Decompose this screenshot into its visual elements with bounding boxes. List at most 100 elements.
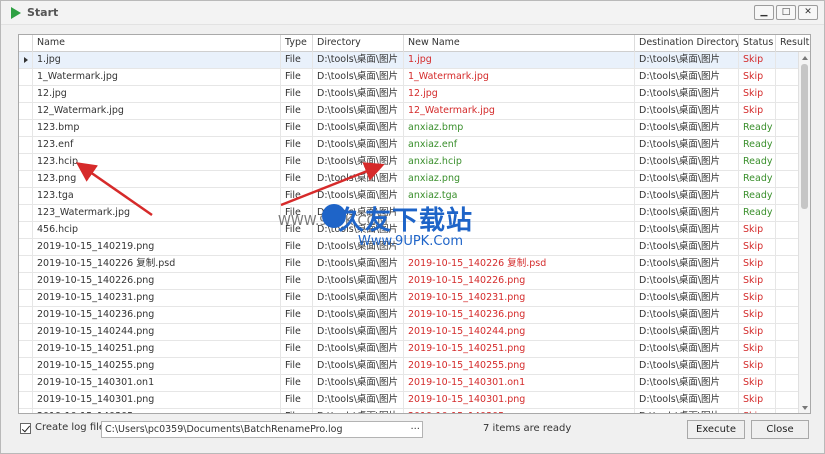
cell-type: File: [281, 69, 313, 85]
cell-destination: D:\tools\桌面\图片: [635, 205, 739, 221]
cell-name: 2019-10-15_140301.on1: [33, 375, 281, 391]
cell-type: File: [281, 103, 313, 119]
row-indicator: [19, 222, 33, 238]
table-row[interactable]: 123.png File D:\tools\桌面\图片 anxiaz.png D:\to…: [19, 171, 799, 188]
cell-result: [776, 239, 799, 255]
cell-status: Skip: [739, 52, 776, 68]
window-controls: ▁ □ ✕: [754, 5, 818, 20]
scroll-thumb[interactable]: [801, 64, 808, 209]
cell-name: 123.hcip: [33, 154, 281, 170]
table-row[interactable]: 2019-10-15_140226 复制.psd File D:\tools\桌面\…: [19, 256, 799, 273]
cell-new-name: 2019-10-15_140231.png: [404, 290, 635, 306]
row-indicator: [19, 358, 33, 374]
table-row[interactable]: 123.bmp File D:\tools\桌面\图片 anxiaz.bmp D:\to…: [19, 120, 799, 137]
cell-name: 2019-10-15_140231.png: [33, 290, 281, 306]
table-row[interactable]: 123.hcip File D:\tools\桌面\图片 anxiaz.hcip D:\…: [19, 154, 799, 171]
cell-directory: D:\tools\桌面\图片: [313, 358, 404, 374]
cell-name: 2019-10-15_140226.png: [33, 273, 281, 289]
column-header-destination[interactable]: Destination Directory: [635, 35, 739, 52]
table-row[interactable]: 123.enf File D:\tools\桌面\图片 anxiaz.enf D:\to…: [19, 137, 799, 154]
cell-directory: D:\tools\桌面\图片: [313, 290, 404, 306]
cell-name: 2019-10-15_140301.png: [33, 392, 281, 408]
cell-result: [776, 52, 799, 68]
watermark-main-text: 久友下载站: [338, 206, 474, 236]
cell-result: [776, 273, 799, 289]
cell-status: Ready: [739, 188, 776, 204]
table-row[interactable]: 12.jpg File D:\tools\桌面\图片 12.jpg D:\tools\桌…: [19, 86, 799, 103]
column-header-status[interactable]: Status: [739, 35, 776, 52]
cell-destination: D:\tools\桌面\图片: [635, 154, 739, 170]
cell-directory: D:\tools\桌面\图片: [313, 307, 404, 323]
cell-destination: D:\tools\桌面\图片: [635, 86, 739, 102]
cell-status: Skip: [739, 273, 776, 289]
cell-type: File: [281, 392, 313, 408]
cell-destination: D:\tools\桌面\图片: [635, 409, 739, 413]
cell-destination: D:\tools\桌面\图片: [635, 171, 739, 187]
maximize-button[interactable]: □: [776, 5, 796, 20]
table-row[interactable]: 2019-10-15_140301.on1 File D:\tools\桌面\图片 2…: [19, 375, 799, 392]
cell-type: File: [281, 154, 313, 170]
create-log-checkbox[interactable]: [20, 423, 31, 434]
cell-destination: D:\tools\桌面\图片: [635, 392, 739, 408]
table-row[interactable]: 2019-10-15_140236.png File D:\tools\桌面\图片 2…: [19, 307, 799, 324]
row-indicator: [19, 120, 33, 136]
scroll-down-icon[interactable]: [802, 406, 808, 410]
cell-result: [776, 188, 799, 204]
table-row[interactable]: 12_Watermark.jpg File D:\tools\桌面\图片 12_Wat…: [19, 103, 799, 120]
cell-status: Skip: [739, 375, 776, 391]
create-log-label: Create log file:: [35, 422, 109, 433]
cell-status: Skip: [739, 358, 776, 374]
cell-name: 2019-10-15_140255.png: [33, 358, 281, 374]
scroll-up-icon[interactable]: [802, 56, 808, 60]
table-row[interactable]: 1.jpg File D:\tools\桌面\图片 1.jpg D:\tools\桌面\…: [19, 52, 799, 69]
footer-bar: Create log file: C:\Users\pc0359\Documen…: [1, 419, 824, 441]
cell-destination: D:\tools\桌面\图片: [635, 324, 739, 340]
browse-ellipsis-button[interactable]: ···: [410, 422, 420, 437]
table-row[interactable]: 2019-10-15_140255.png File D:\tools\桌面\图片 2…: [19, 358, 799, 375]
cell-directory: D:\tools\桌面\图片: [313, 137, 404, 153]
start-play-icon[interactable]: [11, 7, 21, 19]
vertical-scrollbar[interactable]: [798, 52, 810, 413]
table-row[interactable]: 2019-10-15_140226.png File D:\tools\桌面\图片 2…: [19, 273, 799, 290]
cell-type: File: [281, 256, 313, 272]
cell-name: 123.bmp: [33, 120, 281, 136]
column-header-type[interactable]: Type: [281, 35, 313, 52]
table-row[interactable]: 2019-10-15_140301.png File D:\tools\桌面\图片 2…: [19, 392, 799, 409]
close-button[interactable]: Close: [751, 420, 809, 439]
cell-status: Ready: [739, 120, 776, 136]
cell-destination: D:\tools\桌面\图片: [635, 290, 739, 306]
cell-result: [776, 120, 799, 136]
close-window-button[interactable]: ✕: [798, 5, 818, 20]
cell-result: [776, 86, 799, 102]
cell-destination: D:\tools\桌面\图片: [635, 120, 739, 136]
table-row[interactable]: 2019-10-15_140251.png File D:\tools\桌面\图片 2…: [19, 341, 799, 358]
column-header-name[interactable]: Name: [33, 35, 281, 52]
cell-result: [776, 103, 799, 119]
row-indicator: [19, 375, 33, 391]
cell-name: 2019-10-15_140244.png: [33, 324, 281, 340]
log-path-field[interactable]: C:\Users\pc0359\Documents\BatchRenamePro…: [101, 421, 423, 438]
cell-destination: D:\tools\桌面\图片: [635, 273, 739, 289]
table-row[interactable]: 1_Watermark.jpg File D:\tools\桌面\图片 1_Water…: [19, 69, 799, 86]
row-indicator: [19, 256, 33, 272]
cell-name: 1_Watermark.jpg: [33, 69, 281, 85]
cell-status: Skip: [739, 307, 776, 323]
table-row[interactable]: 2019-10-15_140305.pngFileD:\tools\桌面\图片2…: [19, 409, 799, 413]
minimize-button[interactable]: ▁: [754, 5, 774, 20]
column-header-new-name[interactable]: New Name: [404, 35, 635, 52]
table-row[interactable]: 2019-10-15_140231.png File D:\tools\桌面\图片 2…: [19, 290, 799, 307]
cell-new-name: 2019-10-15_140226.png: [404, 273, 635, 289]
cell-destination: D:\tools\桌面\图片: [635, 69, 739, 85]
column-header-directory[interactable]: Directory: [313, 35, 404, 52]
cell-type: File: [281, 171, 313, 187]
cell-result: [776, 69, 799, 85]
cell-result: [776, 171, 799, 187]
cell-new-name: 2019-10-15_140301.png: [404, 392, 635, 408]
column-header-result[interactable]: Result: [776, 35, 810, 52]
cell-status: Skip: [739, 324, 776, 340]
cell-directory: D:\tools\桌面\图片: [313, 154, 404, 170]
row-indicator: [19, 205, 33, 221]
execute-button[interactable]: Execute: [687, 420, 745, 439]
cell-status: Skip: [739, 239, 776, 255]
table-row[interactable]: 2019-10-15_140244.png File D:\tools\桌面\图片 2…: [19, 324, 799, 341]
